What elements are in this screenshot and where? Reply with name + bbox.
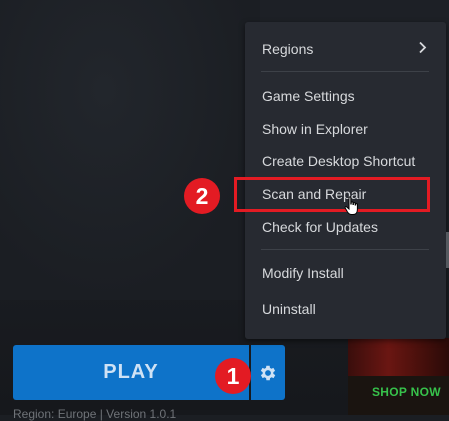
- menu-item-uninstall[interactable]: Uninstall: [262, 301, 316, 317]
- menu-item-create-desktop-shortcut[interactable]: Create Desktop Shortcut: [262, 153, 415, 169]
- version-info: Region: Europe | Version 1.0.1: [13, 407, 177, 421]
- menu-divider: [261, 249, 429, 250]
- play-button[interactable]: PLAY: [13, 345, 249, 400]
- chevron-right-icon: [419, 41, 427, 54]
- menu-item-check-for-updates[interactable]: Check for Updates: [262, 219, 378, 235]
- menu-item-show-in-explorer[interactable]: Show in Explorer: [262, 121, 368, 137]
- settings-button[interactable]: [251, 345, 285, 400]
- game-art-area: [0, 0, 260, 300]
- play-button-label: PLAY: [103, 361, 159, 383]
- scan-and-repair-highlight: [234, 177, 430, 212]
- gear-icon: [260, 365, 276, 380]
- shop-now-link[interactable]: SHOP NOW: [372, 385, 441, 399]
- step-1-badge: 1: [215, 358, 251, 394]
- promo-panel[interactable]: SHOP NOW: [348, 338, 449, 415]
- promo-image: [348, 338, 449, 376]
- step-2-badge: 2: [184, 178, 220, 214]
- menu-item-regions[interactable]: Regions: [262, 41, 313, 57]
- hand-pointer-icon: [344, 196, 358, 215]
- step-1-number: 1: [226, 362, 240, 389]
- menu-item-game-settings[interactable]: Game Settings: [262, 88, 355, 104]
- menu-item-modify-install[interactable]: Modify Install: [262, 265, 344, 281]
- menu-divider: [261, 71, 429, 72]
- step-2-number: 2: [195, 182, 209, 209]
